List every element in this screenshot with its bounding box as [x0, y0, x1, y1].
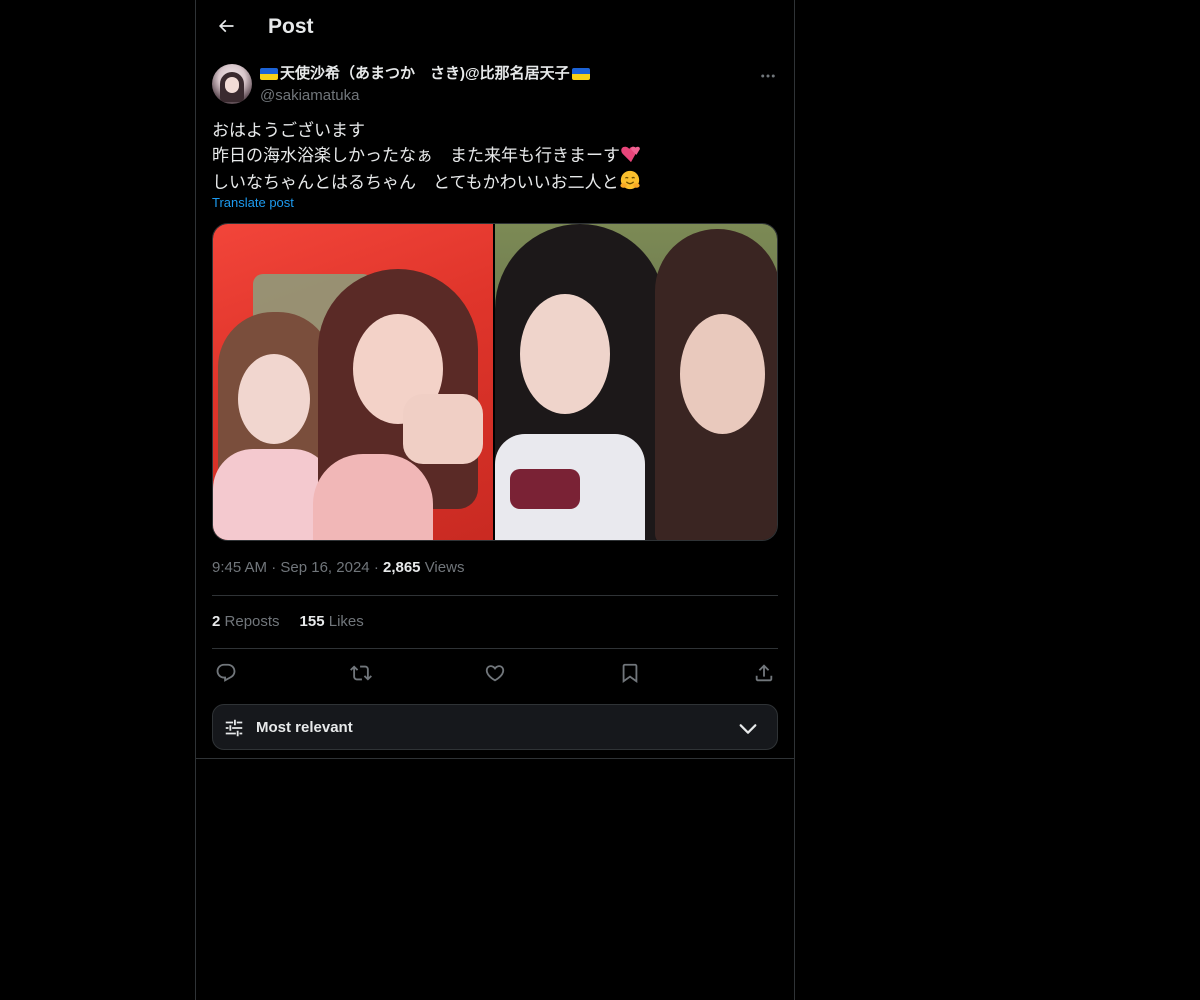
- chevron-down-icon: [739, 724, 757, 734]
- likes-count: 155: [299, 613, 325, 630]
- action-bar: [212, 659, 778, 687]
- tweet-time[interactable]: 9:45 AM: [212, 559, 267, 576]
- likes-stat[interactable]: 155 Likes: [300, 612, 364, 632]
- tweet-line: 昨日の海水浴楽しかったなぁ また来年も行きまーす: [212, 144, 778, 169]
- divider: [212, 648, 778, 649]
- share-button[interactable]: [750, 659, 778, 687]
- page-title: Post: [268, 15, 314, 38]
- share-icon: [755, 664, 773, 682]
- reply-icon: [216, 663, 236, 682]
- sliders-icon: [225, 719, 243, 737]
- reposts-count: 2: [212, 613, 221, 630]
- more-icon: [761, 74, 775, 78]
- views-label: Views: [424, 559, 465, 576]
- bookmark-button[interactable]: [616, 659, 644, 687]
- tweet-date[interactable]: Sep 16, 2024: [280, 559, 369, 576]
- heart-emoji-icon: [621, 146, 640, 163]
- sort-label: Most relevant: [256, 719, 353, 736]
- avatar[interactable]: [212, 64, 252, 104]
- translate-link[interactable]: Translate post: [212, 194, 294, 212]
- more-button[interactable]: [756, 64, 780, 88]
- tweet-text: おはようございます 昨日の海水浴楽しかったなぁ また来年も行きまーす しいなちゃ…: [212, 119, 778, 196]
- bookmark-icon: [622, 663, 637, 684]
- back-button[interactable]: [208, 8, 244, 44]
- reply-button[interactable]: [212, 659, 240, 687]
- author-name[interactable]: 天使沙希（あまつか さき)@比那名居天子: [260, 64, 590, 84]
- tweet-line: しいなちゃんとはるちゃん とてもかわいいお二人と: [212, 169, 778, 196]
- divider: [212, 595, 778, 596]
- sort-replies-dropdown[interactable]: Most relevant: [212, 704, 778, 750]
- media-grid: [212, 223, 778, 541]
- views-count: 2,865: [382, 559, 421, 576]
- engagement-stats: 2 Reposts 155 Likes: [212, 612, 364, 632]
- repost-button[interactable]: [347, 659, 375, 687]
- back-arrow-icon: [218, 19, 234, 33]
- hug-emoji-icon: [620, 170, 640, 190]
- photo-1[interactable]: [213, 224, 493, 540]
- reposts-stat[interactable]: 2 Reposts: [212, 612, 280, 632]
- reposts-label: Reposts: [224, 613, 280, 630]
- author-handle[interactable]: @sakiamatuka: [260, 86, 359, 106]
- ukraine-flag-icon: [571, 68, 590, 80]
- repost-icon: [349, 665, 372, 681]
- ukraine-flag-icon: [260, 68, 278, 80]
- tweet-line: おはようございます: [212, 121, 365, 141]
- header: Post: [196, 0, 794, 53]
- author-display-name: 天使沙希（あまつか さき)@比那名居天子: [280, 65, 570, 82]
- main-column: Post 天使沙希（あまつか さき)@比那名居天子 @sakiamatuka お…: [195, 0, 795, 1000]
- photo-2[interactable]: [495, 224, 777, 540]
- likes-label: Likes: [328, 613, 364, 630]
- like-icon: [485, 665, 505, 682]
- section-divider: [196, 758, 794, 759]
- tweet-meta: 9:45 AM · Sep 16, 2024 · 2,865 Views: [212, 559, 465, 576]
- like-button[interactable]: [481, 659, 509, 687]
